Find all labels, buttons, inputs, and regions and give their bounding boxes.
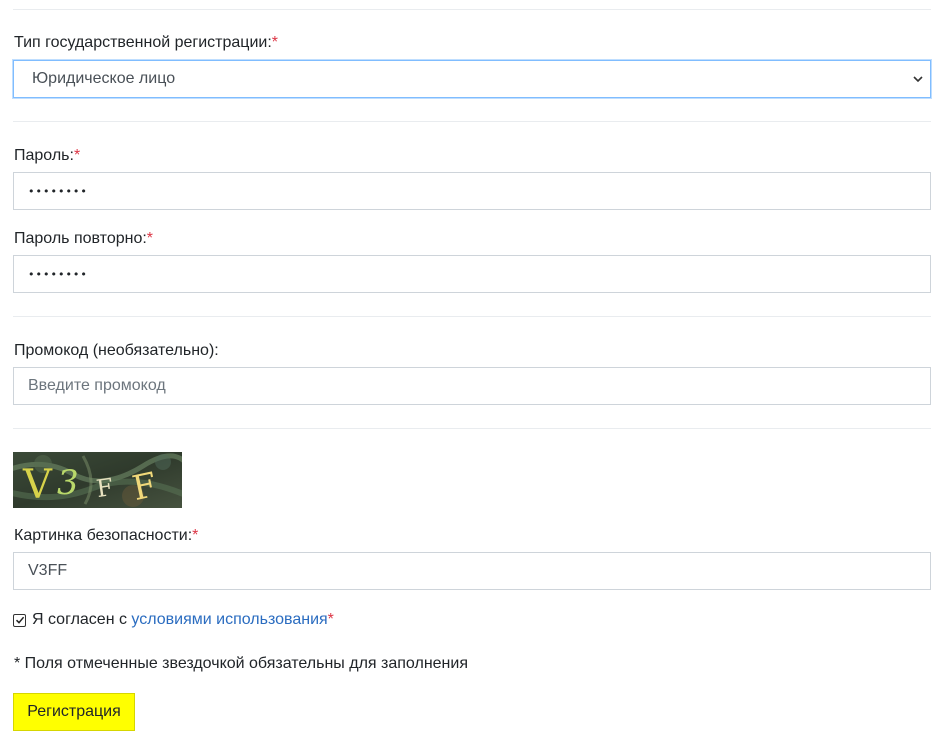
divider-top	[13, 9, 931, 10]
divider-3	[13, 428, 931, 429]
divider-2	[13, 316, 931, 317]
chevron-down-icon	[912, 73, 924, 85]
promo-label-text: Промокод (необязательно):	[14, 342, 219, 359]
captcha-char-2: 3	[57, 463, 79, 503]
captcha-input-value: V3FF	[28, 562, 68, 579]
captcha-label: Картинка безопасности:*	[14, 526, 198, 546]
captcha-char-1: V	[22, 462, 53, 508]
register-button[interactable]: Регистрация	[13, 693, 135, 731]
captcha-input[interactable]: V3FF	[13, 552, 931, 590]
registration-type-selected-value: Юридическое лицо	[32, 70, 176, 87]
registration-form: Тип государственной регистрации:* Юридич…	[0, 0, 945, 748]
agreement-text: Я согласен с	[32, 611, 132, 628]
password-label-text: Пароль:	[14, 147, 74, 164]
password-repeat-label: Пароль повторно:*	[14, 229, 153, 249]
promo-label: Промокод (необязательно):	[14, 341, 219, 361]
check-icon	[15, 616, 24, 624]
registration-type-label-text: Тип государственной регистрации:	[14, 34, 272, 51]
password-repeat-input[interactable]: ••••••••	[13, 255, 931, 293]
terms-link[interactable]: условиями использования	[131, 610, 327, 630]
agreement-checkbox[interactable]	[13, 613, 26, 627]
captcha-image: V 3 F F	[13, 452, 182, 508]
promo-placeholder: Введите промокод	[28, 377, 166, 394]
registration-type-select[interactable]: Юридическое лицо	[13, 60, 931, 98]
required-mark: *	[73, 147, 81, 164]
password-repeat-label-text: Пароль повторно:	[14, 230, 147, 247]
password-input[interactable]: ••••••••	[13, 172, 931, 210]
required-mark: *	[146, 230, 154, 247]
agreement-row: Я согласен с условиями использования *	[13, 610, 334, 630]
divider-1	[13, 121, 931, 122]
required-mark: *	[192, 527, 199, 544]
required-mark: *	[327, 611, 334, 628]
password-label: Пароль:*	[14, 146, 80, 166]
password-repeat-masked-value: ••••••••	[28, 267, 88, 281]
password-masked-value: ••••••••	[28, 184, 88, 198]
registration-type-label: Тип государственной регистрации:*	[14, 33, 278, 53]
required-mark: *	[271, 34, 279, 51]
captcha-label-text: Картинка безопасности:	[14, 527, 193, 544]
required-fields-note: * Поля отмеченные звездочкой обязательны…	[14, 655, 468, 672]
promo-input[interactable]: Введите промокод	[13, 367, 931, 405]
